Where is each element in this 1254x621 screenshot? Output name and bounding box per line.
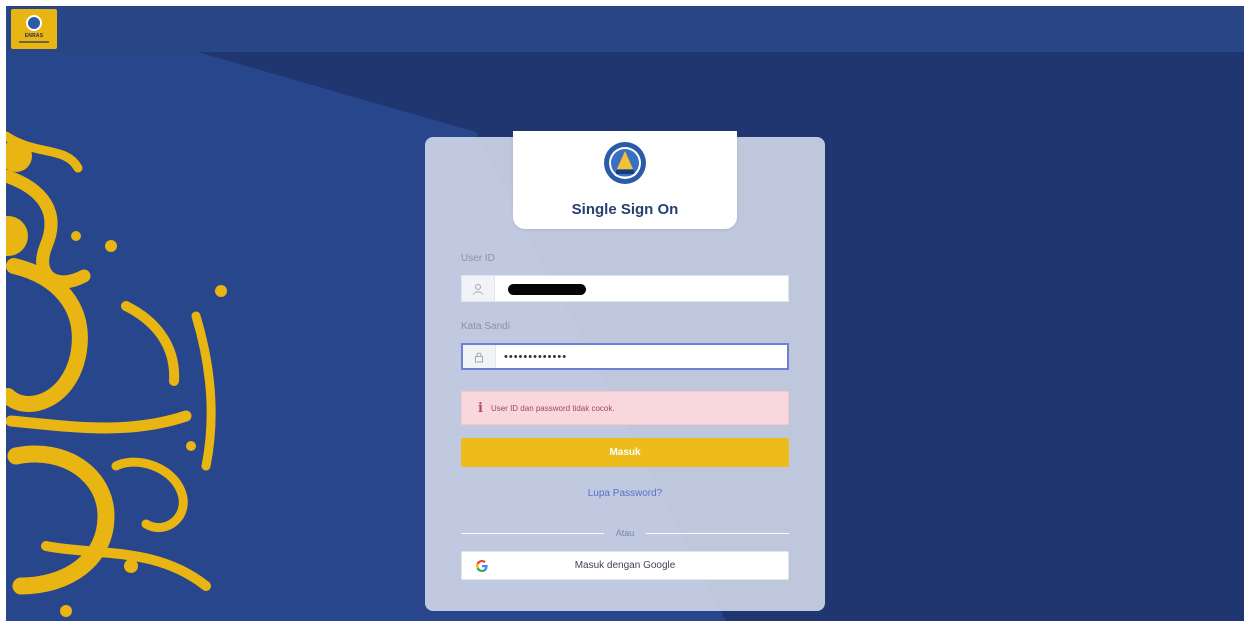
login-button[interactable]: Masuk <box>461 438 789 467</box>
info-icon: i <box>478 400 483 416</box>
user-icon <box>462 276 495 301</box>
user-id-label: User ID <box>461 253 495 264</box>
lock-icon <box>463 345 496 368</box>
user-id-field[interactable] <box>461 275 789 302</box>
or-divider: Atau <box>461 527 790 539</box>
logo-header: Single Sign On <box>513 131 737 229</box>
error-alert: i User ID dan password tidak cocok. <box>461 391 789 425</box>
top-bar: ENRAS <box>6 6 1244 52</box>
page-title: Single Sign On <box>571 201 679 218</box>
divider-line-left <box>461 532 604 534</box>
error-message: User ID dan password tidak cocok. <box>490 403 615 413</box>
brand-logo[interactable]: ENRAS <box>11 9 57 49</box>
calligraphy-decoration <box>6 131 227 617</box>
divider-label: Atau <box>615 528 635 538</box>
brand-logo-text: ENRAS <box>24 33 44 39</box>
divider-line-right <box>646 532 790 534</box>
institution-seal-icon <box>604 142 646 184</box>
login-card: Single Sign On User ID Kata Sandi i User… <box>425 131 825 611</box>
password-field[interactable] <box>461 343 789 370</box>
password-label: Kata Sandi <box>461 321 510 332</box>
brand-emblem-icon <box>26 15 42 31</box>
forgot-password-link[interactable]: Lupa Password? <box>425 488 825 499</box>
password-input[interactable] <box>496 345 787 368</box>
window-edge <box>1244 6 1254 621</box>
google-icon <box>476 560 488 572</box>
redacted-value <box>508 284 586 295</box>
google-login-button[interactable]: Masuk dengan Google <box>461 551 789 580</box>
brand-logo-bar <box>19 41 49 43</box>
app-viewport: ENRAS Single Sign On User ID Kata Sandi … <box>6 6 1244 621</box>
google-login-label: Masuk dengan Google <box>574 560 676 571</box>
